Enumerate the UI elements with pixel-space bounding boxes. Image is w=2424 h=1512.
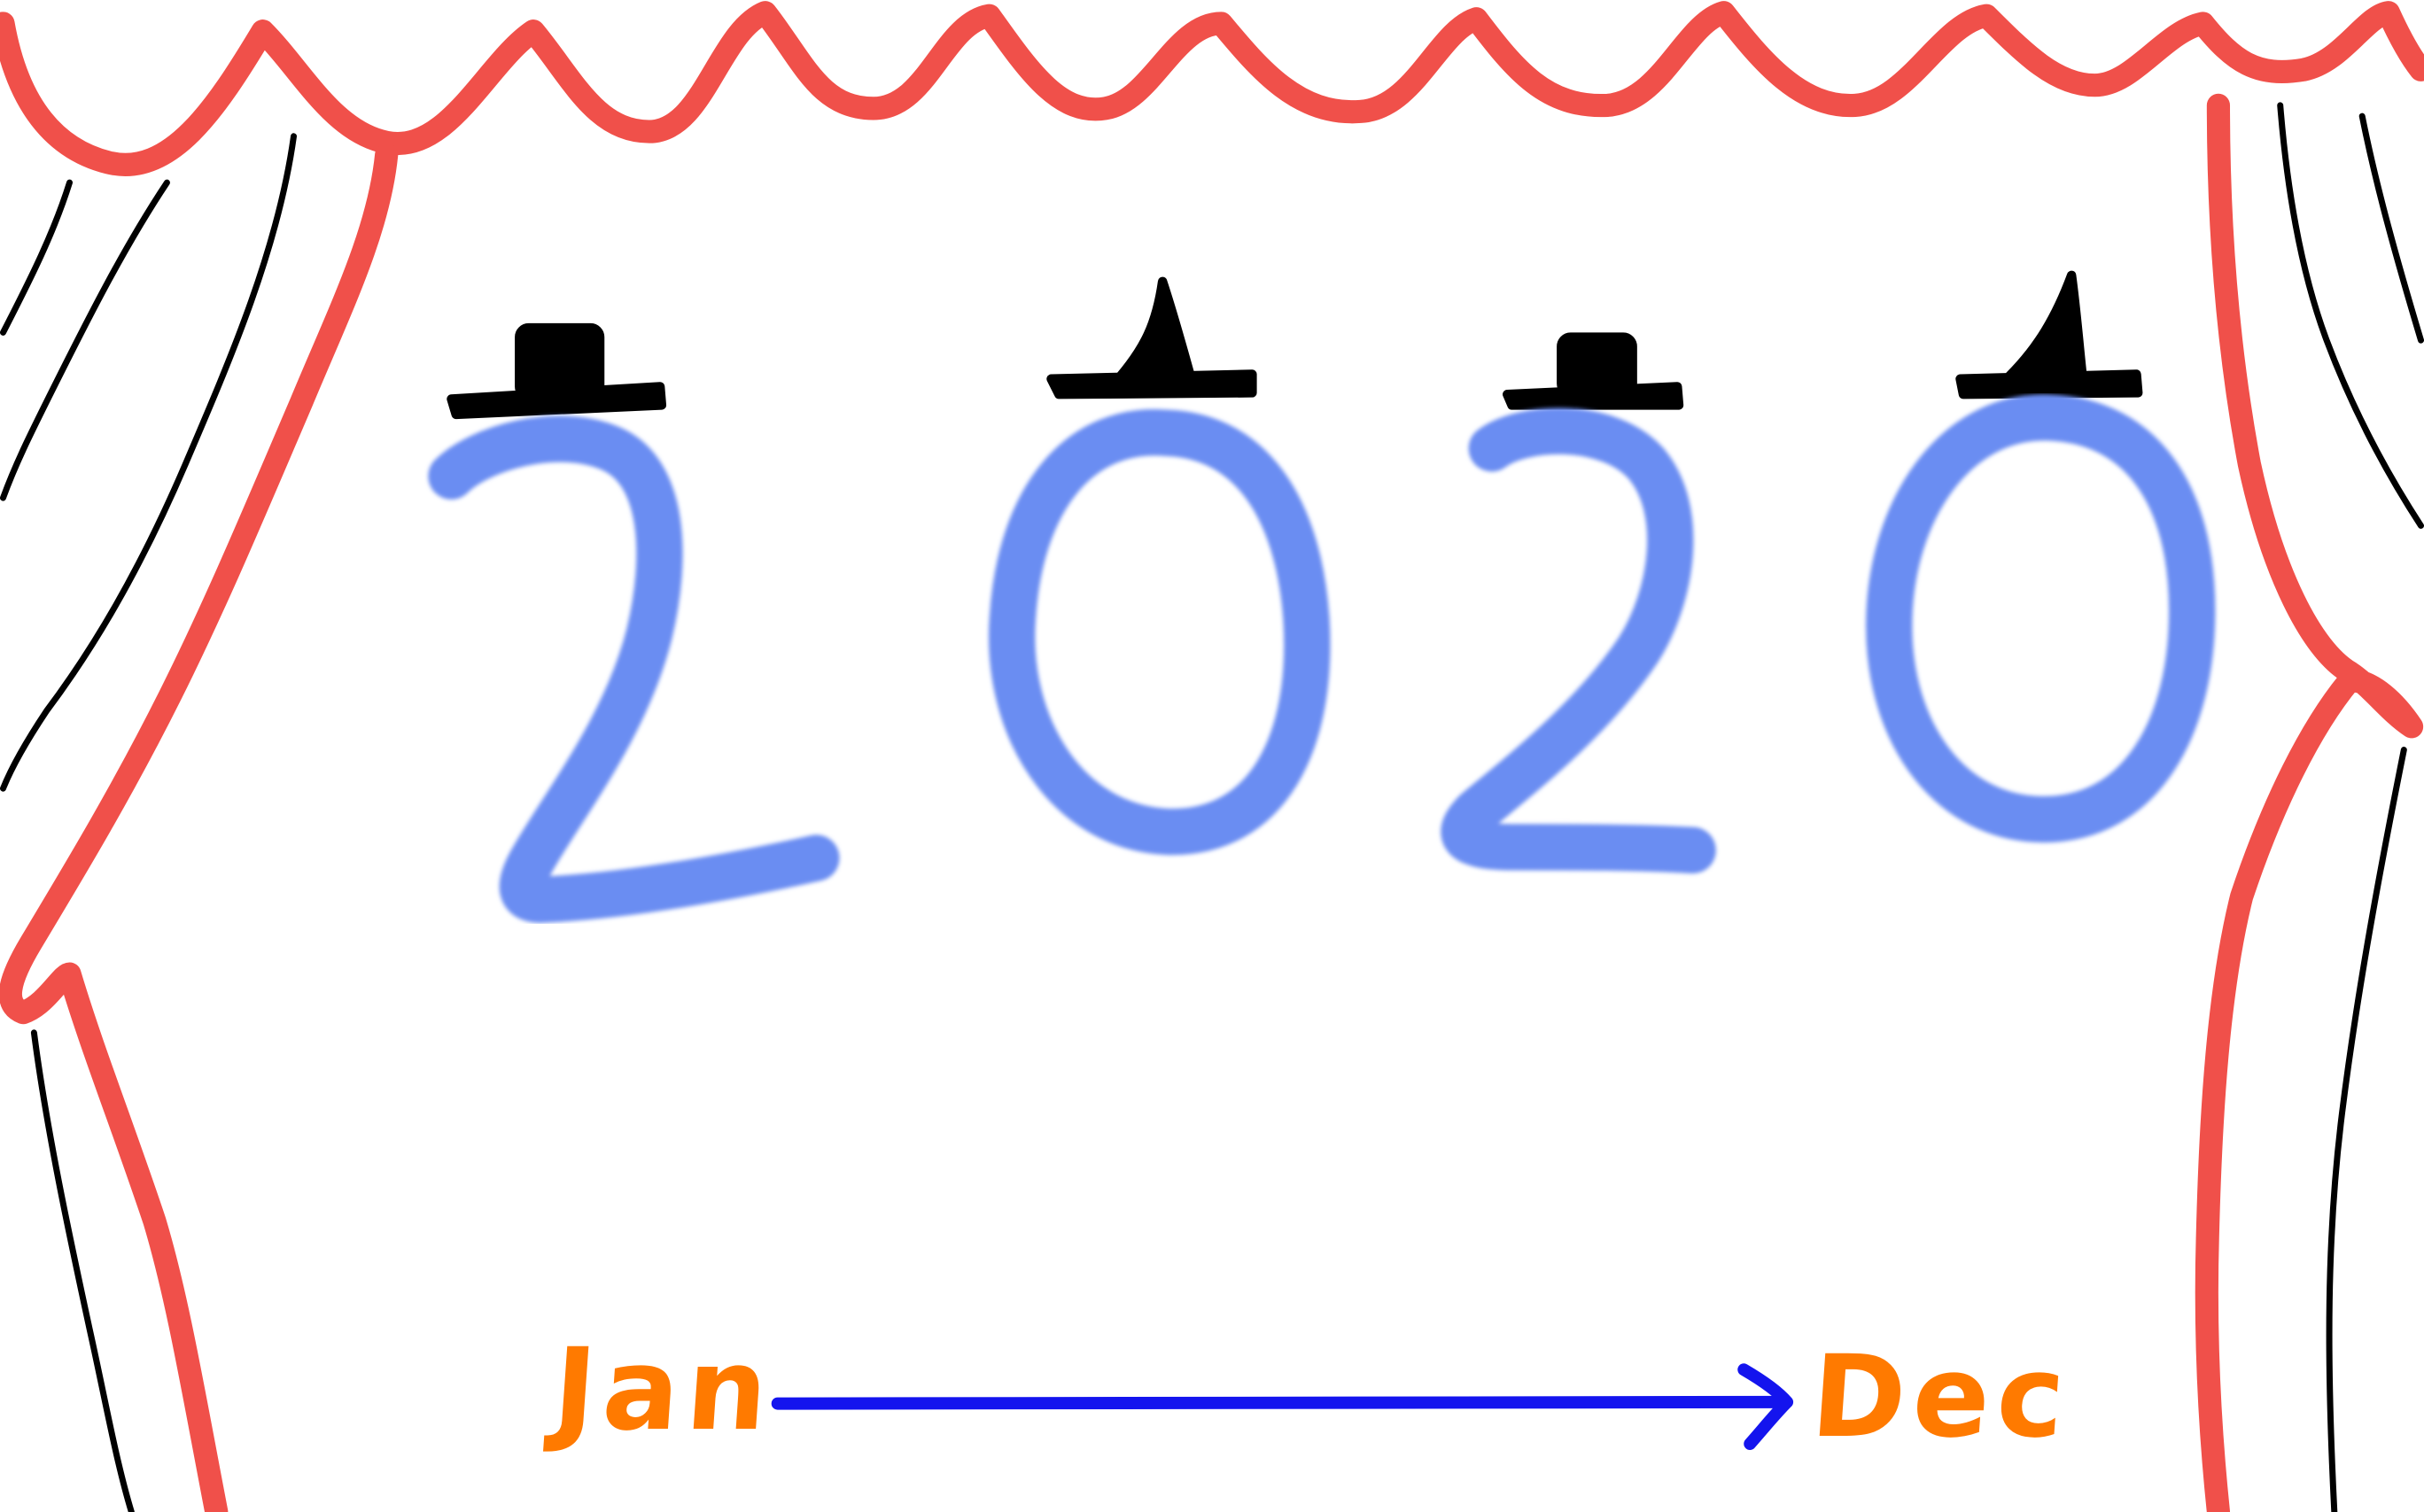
timeline-start-label: Jan bbox=[548, 1324, 780, 1456]
arrow-shaft bbox=[771, 1395, 1788, 1410]
left-curtain-folds bbox=[0, 133, 298, 1512]
right-curtain-folds bbox=[2277, 102, 2424, 1512]
timeline-arrow bbox=[771, 1363, 1794, 1450]
year-digit-2: 0 bbox=[975, 328, 1347, 965]
year-digit-3: 2 bbox=[1435, 328, 1807, 965]
year-digit-1: 2 bbox=[478, 328, 851, 965]
curtain-valance bbox=[0, 1, 2424, 176]
hand-drawn-canvas: 2 0 2 0 Jan Dec bbox=[0, 0, 2424, 1512]
timeline-end-label: Dec bbox=[1806, 1331, 2077, 1463]
year-digit-4: 0 bbox=[1861, 328, 2233, 965]
